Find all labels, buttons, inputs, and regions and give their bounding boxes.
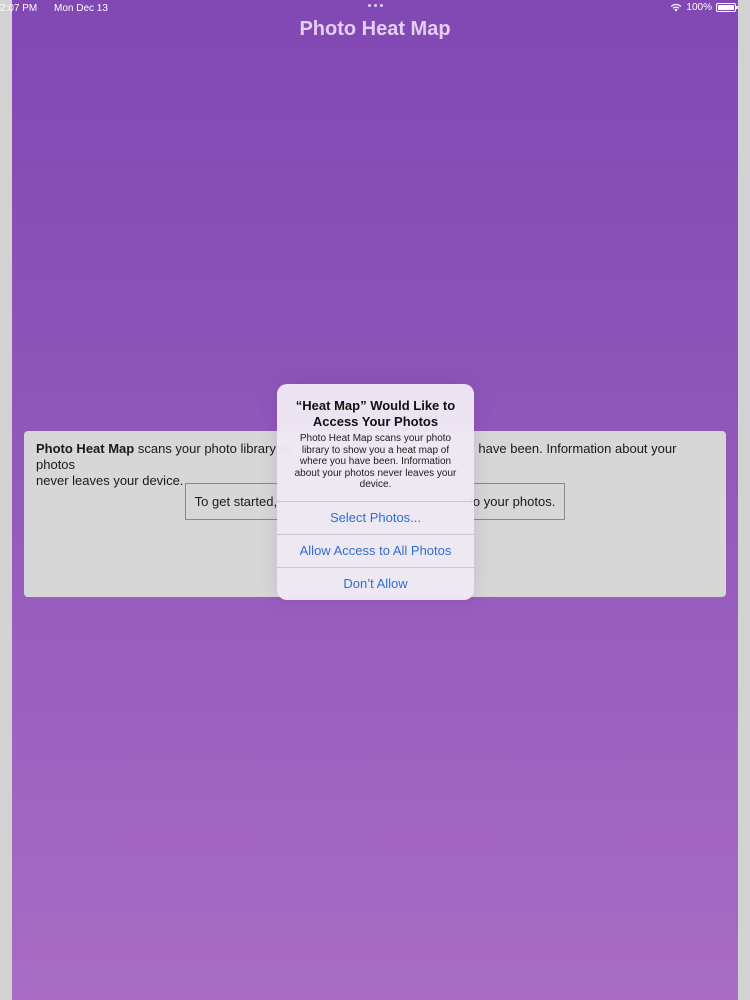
device-frame: 2:07 PM Mon Dec 13 100% Photo Heat Map P… bbox=[0, 0, 750, 1000]
alert-message: Photo Heat Map scans your photo library … bbox=[294, 433, 457, 490]
dont-allow-button[interactable]: Don’t Allow bbox=[277, 566, 474, 600]
alert-body: “Heat Map” Would Like to Access Your Pho… bbox=[277, 384, 474, 501]
select-photos-button[interactable]: Select Photos... bbox=[277, 500, 474, 534]
allow-all-photos-button[interactable]: Allow Access to All Photos bbox=[277, 533, 474, 567]
alert-title: “Heat Map” Would Like to Access Your Pho… bbox=[295, 398, 456, 429]
permission-alert: “Heat Map” Would Like to Access Your Pho… bbox=[277, 384, 474, 600]
